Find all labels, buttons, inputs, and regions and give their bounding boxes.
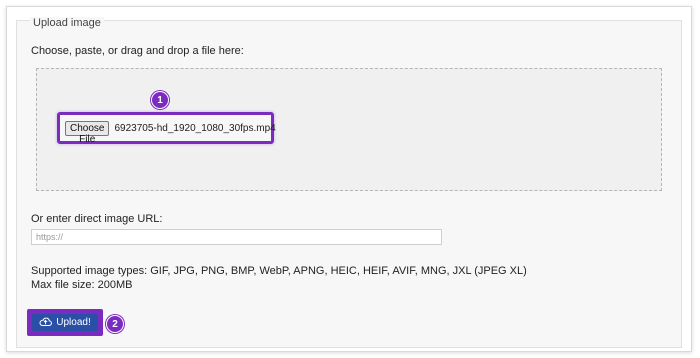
url-label: Or enter direct image URL: bbox=[31, 213, 163, 225]
selected-file-name: 6923705-hd_1920_1080_30fps.mp4 bbox=[114, 122, 276, 134]
upload-button[interactable]: Upload! bbox=[32, 314, 98, 331]
supported-types-text: Supported image types: GIF, JPG, PNG, BM… bbox=[31, 265, 527, 277]
step-badge-1: 1 bbox=[151, 91, 169, 109]
fieldset-legend: Upload image bbox=[30, 17, 104, 29]
step-badge-2: 2 bbox=[106, 315, 124, 333]
max-size-text: Max file size: 200MB bbox=[31, 279, 133, 291]
upload-highlight: Upload! bbox=[27, 309, 103, 336]
cloud-upload-icon bbox=[39, 316, 53, 330]
choose-file-button[interactable]: Choose File bbox=[65, 120, 110, 145]
url-input[interactable] bbox=[31, 229, 442, 245]
dropzone-instruction: Choose, paste, or drag and drop a file h… bbox=[31, 45, 244, 57]
file-input[interactable]: Choose File 6923705-hd_1920_1080_30fps.m… bbox=[57, 112, 276, 145]
upload-button-label: Upload! bbox=[56, 317, 91, 328]
